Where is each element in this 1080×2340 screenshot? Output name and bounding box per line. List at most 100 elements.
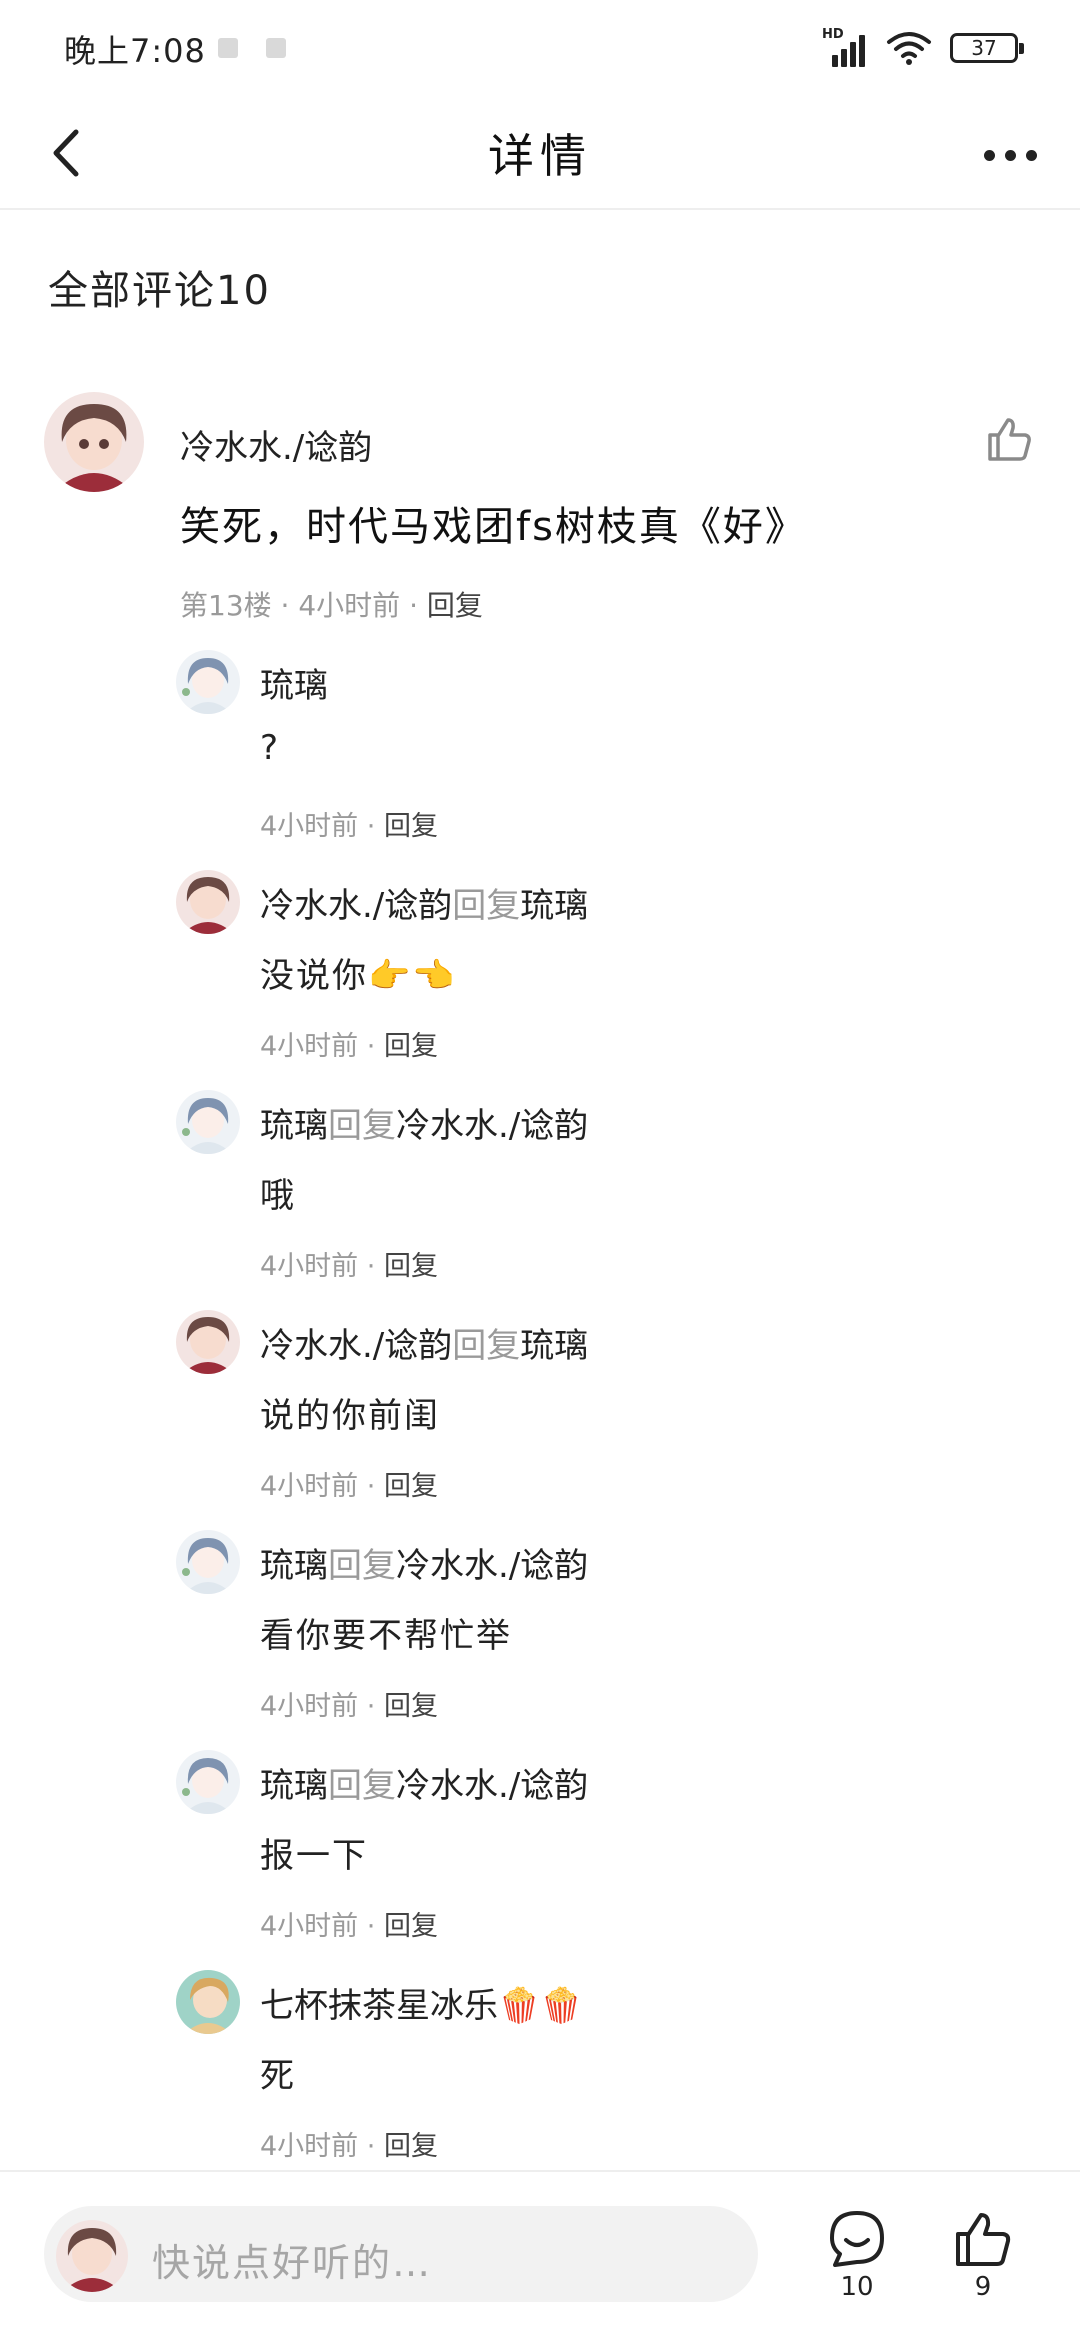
- comments-count-header: 全部评论10: [48, 268, 271, 314]
- reply-button[interactable]: 回复: [384, 1471, 438, 1502]
- reply-header: 琉璃回复冷水水./谂韵: [260, 1098, 588, 1147]
- reply-text: 看你要不帮忙举: [260, 1616, 512, 1656]
- more-dot-icon: [983, 149, 995, 161]
- wifi-icon: [887, 32, 931, 65]
- reply-word: 回复: [452, 1326, 521, 1366]
- reply-target[interactable]: 冷水水./谂韵: [396, 1106, 588, 1146]
- reply-item: 琉璃回复冷水水./谂韵 哦 4小时前 · 回复: [176, 1090, 1036, 1310]
- reply-text: 哦: [260, 1176, 296, 1216]
- reply-time: 4小时前: [260, 2131, 359, 2162]
- notification-icon: [266, 38, 286, 58]
- avatar[interactable]: [44, 392, 144, 492]
- reply-button[interactable]: 回复: [427, 589, 483, 622]
- like-button[interactable]: 9: [938, 2208, 1028, 2318]
- reply-header: 琉璃回复冷水水./谂韵: [260, 1758, 588, 1807]
- bottom-bar: 快说点好听的… 10 9: [0, 2170, 1080, 2340]
- reply-time: 4小时前: [260, 1031, 359, 1062]
- reply-target[interactable]: 冷水水./谂韵: [396, 1546, 588, 1586]
- reply-meta: 4小时前 · 回复: [260, 1691, 438, 1722]
- reply-item: 七杯抹茶星冰乐🍿🍿 死 4小时前 · 回复: [176, 1970, 1036, 2190]
- reply-word: 回复: [328, 1766, 396, 1806]
- reply-button[interactable]: 回复: [384, 1691, 438, 1722]
- comment-input[interactable]: 快说点好听的…: [44, 2206, 758, 2302]
- more-dot-icon: [1004, 149, 1016, 161]
- network-type: HD: [822, 27, 844, 42]
- reply-author[interactable]: 七杯抹茶星冰乐🍿🍿: [260, 1986, 583, 2026]
- reply-author[interactable]: 琉璃: [260, 1766, 328, 1806]
- comment-text: 笑死，时代马戏团fs树枝真《好》: [180, 504, 807, 550]
- avatar[interactable]: [176, 1310, 240, 1374]
- reply-target[interactable]: 冷水水./谂韵: [396, 1766, 588, 1806]
- comment-meta: 第13楼 · 4小时前 · 回复: [180, 589, 483, 622]
- reply-target[interactable]: 琉璃: [520, 1326, 588, 1366]
- comment-author[interactable]: 冷水水./谂韵: [180, 420, 372, 469]
- reply-word: 回复: [328, 1106, 396, 1146]
- reply-button[interactable]: 回复: [384, 1251, 438, 1282]
- user-avatar-icon: [44, 392, 144, 492]
- avatar[interactable]: [176, 650, 240, 714]
- comment-floor: 第13楼: [180, 589, 272, 622]
- reply-text: 没说你👉👈: [260, 956, 457, 996]
- reply-time: 4小时前: [260, 1251, 359, 1282]
- comment-like-button[interactable]: [984, 414, 1040, 470]
- reply-button[interactable]: 回复: [384, 811, 438, 842]
- reply-meta: 4小时前 · 回复: [260, 1471, 438, 1502]
- status-time: 晚上7:08: [64, 32, 206, 70]
- reply-time: 4小时前: [260, 1911, 359, 1942]
- reply-meta: 4小时前 · 回复: [260, 1031, 438, 1062]
- reply-item: 琉璃回复冷水水./谂韵 报一下 4小时前 · 回复: [176, 1750, 1036, 1970]
- avatar[interactable]: [176, 1090, 240, 1154]
- reply-text: 说的你前闺: [260, 1396, 440, 1436]
- avatar[interactable]: [176, 870, 240, 934]
- thumbs-up-icon: [956, 2213, 1011, 2266]
- input-placeholder: 快说点好听的…: [152, 2241, 433, 2285]
- reply-author[interactable]: 琉璃: [260, 666, 328, 706]
- reply-header: 七杯抹茶星冰乐🍿🍿: [260, 1978, 583, 2027]
- status-bar: 晚上7:08 HD 37: [0, 0, 1080, 96]
- battery-level: 37: [971, 36, 997, 60]
- avatar[interactable]: [176, 1530, 240, 1594]
- reply-item: 琉璃 ? 4小时前 · 回复: [176, 650, 1036, 870]
- reply-item: 琉璃回复冷水水./谂韵 看你要不帮忙举 4小时前 · 回复: [176, 1530, 1036, 1750]
- reply-meta: 4小时前 · 回复: [260, 2131, 438, 2162]
- reply-header: 冷水水./谂韵回复琉璃: [260, 878, 588, 927]
- avatar[interactable]: [176, 1970, 240, 2034]
- user-avatar-icon: [176, 1970, 240, 2034]
- reply-text: 报一下: [260, 1836, 368, 1876]
- reply-item: 冷水水./谂韵回复琉璃 说的你前闺 4小时前 · 回复: [176, 1310, 1036, 1530]
- page-title: 详情: [488, 129, 592, 183]
- reply-meta: 4小时前 · 回复: [260, 1911, 438, 1942]
- reply-time: 4小时前: [260, 811, 359, 842]
- reply-author[interactable]: 冷水水./谂韵: [260, 1326, 452, 1366]
- user-avatar-icon: [176, 1310, 240, 1374]
- comment-button[interactable]: 10: [812, 2208, 902, 2318]
- reply-meta: 4小时前 · 回复: [260, 811, 438, 842]
- reply-item: 冷水水./谂韵回复琉璃 没说你👉👈 4小时前 · 回复: [176, 870, 1036, 1090]
- user-avatar-icon: [176, 1090, 240, 1154]
- reply-header: 琉璃回复冷水水./谂韵: [260, 1538, 588, 1587]
- comment-icon: [830, 2211, 884, 2267]
- reply-header: 冷水水./谂韵回复琉璃: [260, 1318, 588, 1367]
- more-button[interactable]: [970, 122, 1050, 188]
- reply-button[interactable]: 回复: [384, 1031, 438, 1062]
- more-dot-icon: [1025, 149, 1037, 161]
- reply-button[interactable]: 回复: [384, 2131, 438, 2162]
- reply-author[interactable]: 琉璃: [260, 1106, 328, 1146]
- reply-target[interactable]: 琉璃: [520, 886, 588, 926]
- avatar[interactable]: [176, 1750, 240, 1814]
- thumbs-up-icon: [988, 418, 1031, 461]
- reply-text: 死: [260, 2056, 296, 2096]
- reply-header: 琉璃: [260, 658, 328, 707]
- reply-author[interactable]: 琉璃: [260, 1546, 328, 1586]
- notification-icon: [218, 38, 238, 58]
- reply-author[interactable]: 冷水水./谂韵: [260, 886, 452, 926]
- reply-meta: 4小时前 · 回复: [260, 1251, 438, 1282]
- reply-word: 回复: [452, 886, 521, 926]
- user-avatar-icon: [176, 650, 240, 714]
- reply-button[interactable]: 回复: [384, 1911, 438, 1942]
- reply-time: 4小时前: [260, 1691, 359, 1722]
- reply-text: ?: [260, 728, 281, 768]
- reply-time: 4小时前: [260, 1471, 359, 1502]
- user-avatar-icon: [56, 2220, 128, 2292]
- user-avatar-icon: [176, 1530, 240, 1594]
